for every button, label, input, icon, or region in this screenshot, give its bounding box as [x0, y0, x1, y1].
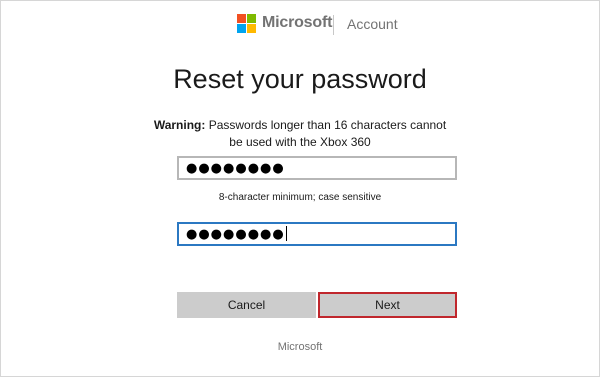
- header: Microsoft Account: [0, 13, 600, 35]
- confirm-password-field[interactable]: ●●●●●●●●: [177, 222, 457, 246]
- password-hint: 8-character minimum; case sensitive: [218, 192, 382, 203]
- new-password-value: ●●●●●●●●: [186, 161, 285, 176]
- text-caret: [285, 226, 287, 241]
- brand-name: Microsoft: [262, 14, 333, 31]
- next-button[interactable]: Next: [318, 292, 457, 318]
- warning-message: Warning: Passwords longer than 16 charac…: [150, 117, 450, 151]
- header-divider: [333, 15, 334, 35]
- section-name: Account: [347, 16, 398, 32]
- window-frame: [0, 0, 600, 377]
- warning-label: Warning:: [153, 118, 206, 132]
- page-title: Reset your password: [173, 64, 427, 94]
- confirm-password-value: ●●●●●●●●: [186, 227, 285, 242]
- microsoft-logo-icon: [237, 14, 257, 34]
- warning-text: Passwords longer than 16 characters cann…: [208, 118, 447, 149]
- new-password-field[interactable]: ●●●●●●●●: [177, 156, 457, 180]
- cancel-button[interactable]: Cancel: [177, 292, 316, 318]
- footer-brand: Microsoft: [277, 341, 323, 353]
